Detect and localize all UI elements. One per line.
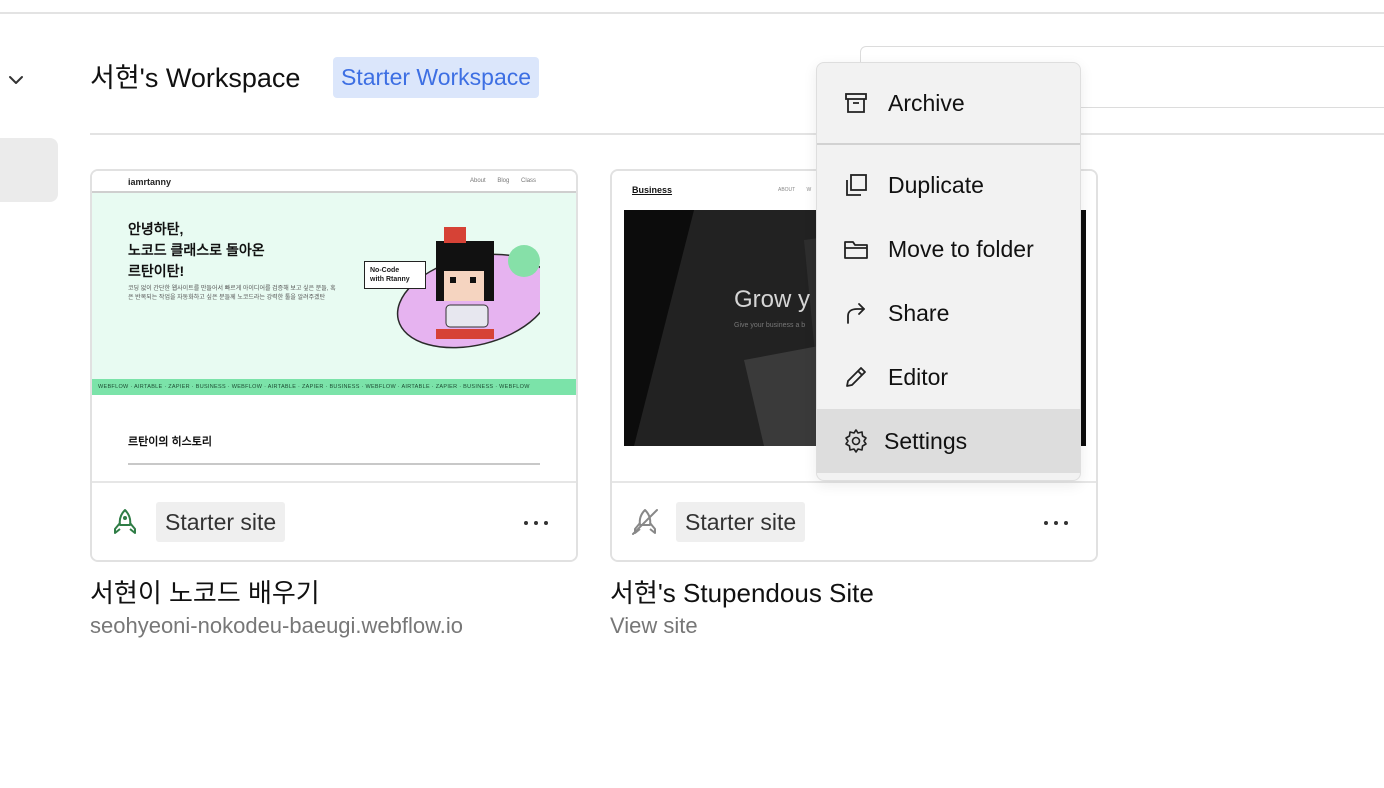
- site-context-menu: Archive Duplicate Move to folder Share E…: [816, 62, 1081, 481]
- more-options-button[interactable]: [1040, 513, 1072, 533]
- thumbnail-logo: iamrtanny: [128, 177, 172, 187]
- menu-item-duplicate[interactable]: Duplicate: [817, 153, 1080, 217]
- thumbnail-section-title: 르탄이의 히스토리: [128, 436, 213, 448]
- folder-icon: [844, 241, 868, 259]
- workspace-title: 서현's Workspace: [90, 63, 301, 93]
- site-name[interactable]: 서현's Stupendous Site: [610, 576, 874, 610]
- workspace-plan-badge[interactable]: Starter Workspace: [333, 57, 540, 98]
- thumbnail-hero-title: Grow y: [734, 286, 811, 313]
- thumbnail-divider: [128, 463, 540, 465]
- duplicate-icon: [846, 174, 867, 196]
- top-divider: [0, 12, 1384, 14]
- thumbnail-nav-links: ABOUT W: [778, 187, 812, 193]
- menu-item-settings[interactable]: Settings: [817, 409, 1080, 473]
- card-footer: Starter site: [612, 481, 1096, 560]
- workspace-divider: [90, 133, 1384, 135]
- thumbnail-hero-subtitle: Give your business a b: [734, 322, 806, 329]
- menu-item-label: Editor: [888, 363, 949, 390]
- menu-item-label: Move to folder: [888, 235, 1034, 262]
- site-card[interactable]: iamrtanny About Blog Class 안녕하탄, 노코드 클래스…: [90, 169, 578, 562]
- thumbnail-speech-bubble: No-Code with Rtanny: [364, 261, 426, 289]
- share-icon: [847, 303, 865, 324]
- menu-item-editor[interactable]: Editor: [817, 345, 1080, 409]
- plan-badge[interactable]: Starter site: [156, 502, 286, 542]
- menu-divider: [817, 143, 1080, 145]
- menu-item-archive[interactable]: Archive: [817, 71, 1080, 135]
- thumbnail-nav-links: About Blog Class: [470, 178, 537, 184]
- thumbnail-marquee: WEBFLOW · AIRTABLE · ZAPIER · BUSINESS ·…: [92, 379, 576, 395]
- menu-item-label: Duplicate: [888, 171, 984, 198]
- menu-item-label: Share: [888, 299, 950, 326]
- view-site-link[interactable]: View site: [610, 612, 698, 640]
- menu-item-label: Settings: [884, 427, 968, 454]
- rocket-icon: [114, 509, 136, 534]
- thumbnail-logo: Business: [632, 185, 673, 195]
- gear-icon: [845, 429, 867, 453]
- pencil-icon: [846, 367, 866, 387]
- rocket-off-icon: [632, 509, 658, 535]
- card-footer: Starter site: [92, 481, 576, 560]
- site-name[interactable]: 서현이 노코드 배우기: [90, 576, 320, 610]
- sidebar-item[interactable]: [0, 138, 58, 202]
- menu-item-label: Archive: [888, 89, 965, 116]
- menu-item-move-to-folder[interactable]: Move to folder: [817, 217, 1080, 281]
- thumbnail-headline: 안녕하탄, 노코드 클래스로 돌아온 르탄이탄!: [128, 221, 265, 279]
- site-thumbnail[interactable]: iamrtanny About Blog Class 안녕하탄, 노코드 클래스…: [92, 171, 576, 481]
- chevron-down-icon[interactable]: [6, 70, 26, 90]
- plan-badge[interactable]: Starter site: [676, 502, 806, 542]
- thumbnail-body: 코딩 없이 간단한 웹사이트를 만들어서 빠르게 아이디어를 검증해 보고 싶은…: [128, 286, 336, 301]
- menu-item-share[interactable]: Share: [817, 281, 1080, 345]
- site-url-link[interactable]: seohyeoni-nokodeu-baeugi.webflow.io: [90, 612, 463, 640]
- more-options-button[interactable]: [520, 513, 552, 533]
- archive-icon: [845, 93, 867, 113]
- thumbnail-nav: iamrtanny About Blog Class: [92, 171, 576, 193]
